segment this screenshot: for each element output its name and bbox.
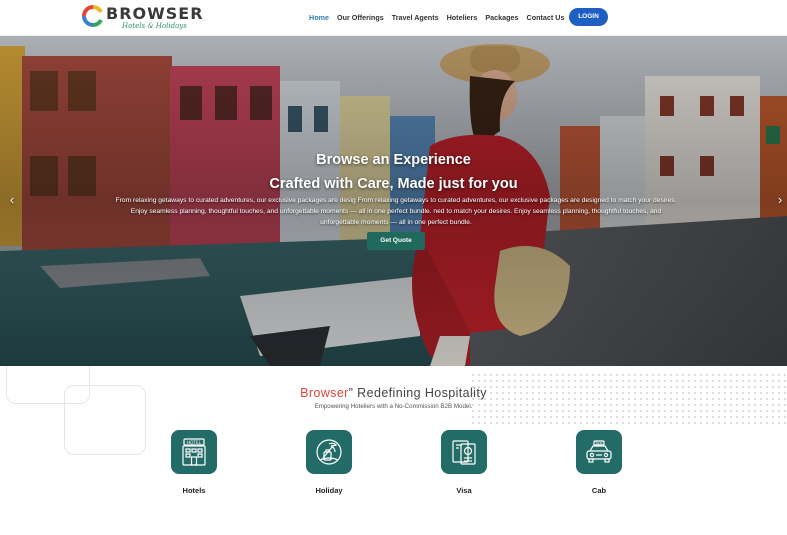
cab-icon: TAXI — [586, 440, 612, 463]
nav-travel-agents[interactable]: Travel Agents — [388, 11, 443, 24]
logo-name: BROWSER — [106, 4, 204, 23]
site-header: BROWSER Hotels & Holidays Home Our Offer… — [0, 0, 787, 36]
holiday-icon — [316, 439, 342, 465]
section-title-brand: Browser — [300, 386, 349, 400]
section-title: Browser” Redefining Hospitality — [0, 386, 787, 400]
service-label: Cab — [591, 486, 607, 495]
hotel-icon: HOTEL — [182, 438, 206, 466]
hero-title-line-1: Browse an Experience — [316, 152, 471, 168]
services-section: Browser” Redefining Hospitality Empoweri… — [0, 366, 787, 535]
main-nav: Home Our Offerings Travel Agents Hotelie… — [305, 11, 568, 24]
nav-home[interactable]: Home — [305, 11, 333, 24]
login-button[interactable]: LOGIN — [569, 8, 608, 26]
service-tile[interactable] — [306, 430, 352, 474]
chevron-right-icon[interactable]: › — [774, 192, 786, 208]
visa-icon — [452, 440, 476, 465]
service-tile[interactable]: HOTEL — [171, 430, 217, 474]
nav-hoteliers[interactable]: Hoteliers — [443, 11, 482, 24]
logo-mark-icon — [82, 5, 103, 27]
svg-text:TAXI: TAXI — [594, 441, 602, 445]
nav-packages[interactable]: Packages — [481, 11, 522, 24]
chevron-left-icon[interactable]: ‹ — [6, 192, 18, 208]
nav-contact-us[interactable]: Contact Us — [523, 11, 569, 24]
get-quote-button[interactable]: Get Quote — [367, 232, 425, 250]
service-label: Hotels — [182, 486, 206, 495]
brand-logo[interactable]: BROWSER Hotels & Holidays — [82, 3, 203, 33]
logo-tagline: Hotels & Holidays — [122, 22, 187, 30]
section-title-text: ” Redefining Hospitality — [348, 386, 487, 400]
hero-description: From relaxing getaways to curated advent… — [115, 197, 677, 226]
hero-title-line-2: Crafted with Care, Made just for you — [269, 176, 518, 192]
svg-text:HOTEL: HOTEL — [187, 440, 202, 445]
section-subtitle: Empowering Hoteliers with a No-Commissio… — [314, 403, 473, 410]
service-label: Holiday — [315, 486, 343, 495]
service-tile[interactable] — [441, 430, 487, 474]
hero-slider: Browse an Experience Crafted with Care, … — [0, 36, 787, 366]
service-label: Visa — [456, 486, 472, 495]
nav-our-offerings[interactable]: Our Offerings — [333, 11, 388, 24]
service-tile[interactable]: TAXI — [576, 430, 622, 474]
